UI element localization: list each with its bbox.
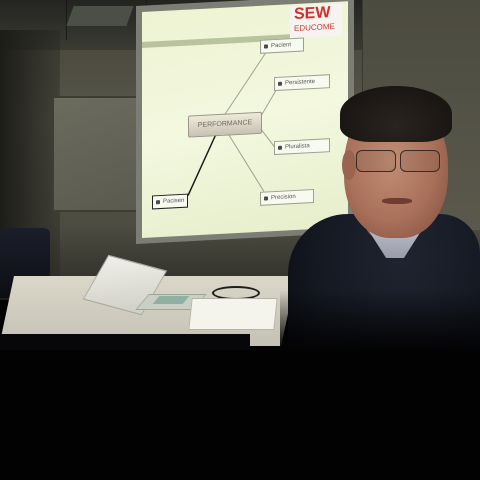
- mind-map-center-node: PERFORMANCE: [188, 111, 262, 138]
- mind-map-node: Pluralista: [274, 138, 330, 156]
- mind-map-node: Precision: [260, 188, 314, 206]
- dark-foreground: [0, 350, 480, 480]
- photo-scene: SEW EDUCOME PERFORMANCE Pacient Persiste…: [0, 0, 480, 480]
- papers: [188, 298, 278, 330]
- whiteboard: [52, 96, 144, 212]
- projected-slide: SEW EDUCOME PERFORMANCE Pacient Persiste…: [142, 1, 348, 239]
- mind-map-node: Pacisen: [152, 193, 188, 210]
- mind-map-node: Persistente: [274, 74, 330, 92]
- presenter-hair: [340, 86, 452, 142]
- glasses: [352, 150, 444, 174]
- ceiling-light: [66, 6, 134, 26]
- mind-map-node: Pacient: [260, 37, 304, 54]
